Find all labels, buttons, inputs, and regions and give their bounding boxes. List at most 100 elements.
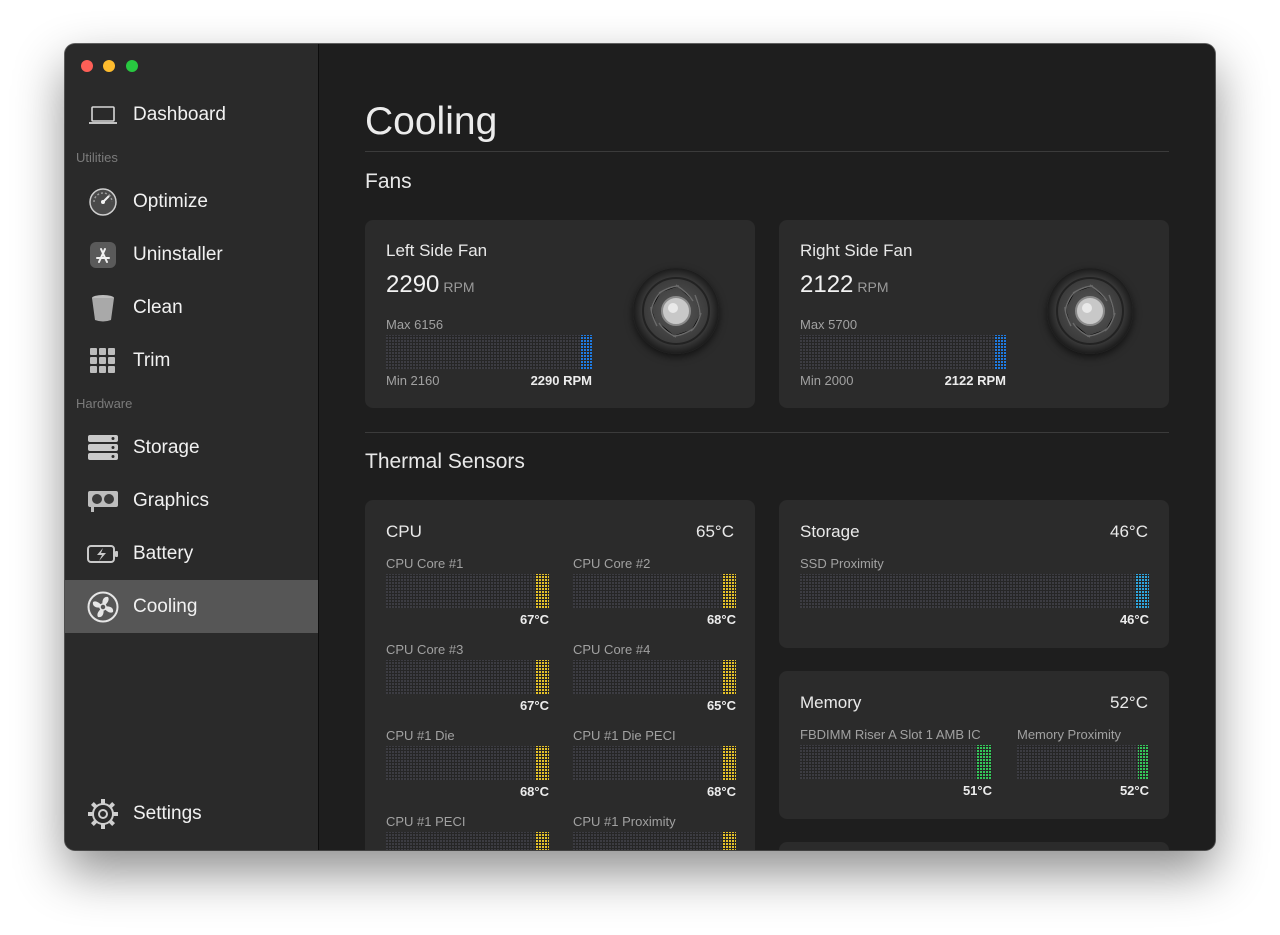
sensor-bar (1017, 745, 1149, 779)
bar-dot-grid (800, 574, 1149, 608)
sensor-card-storage: Storage 46°C SSD Proximity 46°C (779, 500, 1169, 648)
fan-min: Min 2160 (386, 373, 440, 388)
sensor-value: 68°C (706, 612, 736, 627)
sensor-bar (386, 746, 549, 780)
sensor-name: CPU Core #4 (573, 642, 651, 657)
gear-icon (87, 798, 119, 830)
sensor-group-title: Memory (800, 693, 862, 712)
sensor-name: CPU Core #2 (573, 556, 651, 571)
fan-card-left: Left Side Fan 2290 RPM Max 6156 Min 2160 … (365, 220, 755, 408)
sidebar-item-label: Clean (133, 296, 183, 318)
sensor-value: 51°C (962, 783, 992, 798)
sensor-name: CPU Core #1 (386, 556, 464, 571)
bar-dot-grid (386, 832, 549, 850)
bar-dot-grid (1017, 745, 1149, 779)
sensor-value: 68°C (519, 784, 549, 799)
laptop-icon (87, 99, 119, 131)
sensor-bar (386, 832, 549, 850)
sensor-name: CPU #1 Die (386, 728, 455, 743)
sidebar-item-label: Trim (133, 349, 171, 371)
sidebar-item-graphics[interactable]: Graphics (65, 474, 318, 527)
server-icon (87, 432, 119, 464)
fan-card-right: Right Side Fan 2122 RPM Max 5700 Min 2000… (779, 220, 1169, 408)
fan-image (633, 268, 719, 354)
sensor-bar (386, 660, 549, 694)
sidebar-item-dashboard[interactable]: Dashboard (65, 88, 318, 141)
sidebar-item-storage[interactable]: Storage (65, 421, 318, 474)
fan-current-speed: 2122 RPM (944, 373, 1006, 388)
bar-dot-grid (386, 335, 592, 369)
fan-speed-bar (386, 335, 592, 369)
fan-max: Max 6156 (386, 317, 444, 332)
sensor-value: 68°C (706, 784, 736, 799)
sidebar-item-label: Settings (133, 802, 202, 824)
sensor-bar (573, 746, 736, 780)
fan-rpm-unit: RPM (857, 279, 889, 295)
bar-dot-grid (386, 574, 549, 608)
section-title-thermal: Thermal Sensors (365, 450, 525, 473)
zoom-window-button[interactable] (126, 60, 138, 72)
fan-max: Max 5700 (800, 317, 858, 332)
sidebar: Dashboard Utilities Optimize Uninstaller… (65, 44, 319, 850)
bar-dot-grid (800, 335, 1006, 369)
sidebar-item-label: Cooling (133, 595, 198, 617)
fan-rpm-unit: RPM (443, 279, 475, 295)
sensor-name: CPU #1 Die PECI (573, 728, 676, 743)
sensor-group-title: Storage (800, 522, 860, 541)
sidebar-item-settings[interactable]: Settings (65, 787, 318, 840)
bar-dot-grid (573, 746, 736, 780)
fan-current-speed: 2290 RPM (530, 373, 592, 388)
sidebar-item-label: Storage (133, 436, 200, 458)
sidebar-item-trim[interactable]: Trim (65, 334, 318, 387)
sensor-group-title: CPU (386, 522, 422, 541)
sensor-value: 46°C (1119, 612, 1149, 627)
fan-rpm-value: 2122 (800, 271, 854, 298)
sensor-bar (800, 745, 992, 779)
sidebar-item-uninstaller[interactable]: Uninstaller (65, 228, 318, 281)
gauge-icon (87, 186, 119, 218)
sensor-bar (573, 574, 736, 608)
app-store-icon (87, 239, 119, 271)
fan-name: Left Side Fan (386, 241, 488, 260)
bar-dot-grid (573, 660, 736, 694)
sidebar-item-label: Optimize (133, 190, 208, 212)
fan-image (1047, 268, 1133, 354)
bar-dot-grid (386, 746, 549, 780)
sidebar-item-battery[interactable]: Battery (65, 527, 318, 580)
fan-rpm-readout: 2290 RPM (386, 271, 475, 299)
bar-dot-grid (573, 832, 736, 850)
divider (365, 432, 1169, 433)
app-window: Dashboard Utilities Optimize Uninstaller… (65, 44, 1215, 850)
sensor-name: FBDIMM Riser A Slot 1 AMB IC (800, 727, 981, 742)
sensor-bar (800, 574, 1149, 608)
sidebar-item-cooling[interactable]: Cooling (65, 580, 318, 633)
bar-dot-grid (386, 660, 549, 694)
minimize-window-button[interactable] (103, 60, 115, 72)
page-title: Cooling (365, 100, 498, 143)
fan-min: Min 2000 (800, 373, 854, 388)
grid-icon (87, 345, 119, 377)
fan-speed-bar (800, 335, 1006, 369)
fan-rpm-value: 2290 (386, 271, 440, 298)
divider (365, 151, 1169, 152)
sensor-bar (386, 574, 549, 608)
sidebar-item-optimize[interactable]: Optimize (65, 175, 318, 228)
sensor-bar (573, 832, 736, 850)
sensor-name: SSD Proximity (800, 556, 884, 571)
sensor-card-cpu: CPU 65°C CPU Core #1 67°C CPU Core #2 68… (365, 500, 755, 850)
close-window-button[interactable] (81, 60, 93, 72)
sensor-value: 52°C (1119, 783, 1149, 798)
section-title-fans: Fans (365, 170, 412, 193)
main-content: Cooling Fans Left Side Fan 2290 RPM Max 6… (319, 44, 1215, 850)
fan-icon (87, 591, 119, 623)
sensor-name: Memory Proximity (1017, 727, 1122, 742)
sidebar-item-label: Uninstaller (133, 243, 223, 265)
sensor-name: CPU #1 Proximity (573, 814, 676, 829)
sensor-group-total: 65°C (696, 522, 734, 541)
sidebar-item-clean[interactable]: Clean (65, 281, 318, 334)
battery-icon (87, 538, 119, 570)
sensor-value: 67°C (519, 698, 549, 713)
fan-name: Right Side Fan (800, 241, 913, 260)
sensor-value: 65°C (706, 698, 736, 713)
sensor-value: 67°C (519, 612, 549, 627)
